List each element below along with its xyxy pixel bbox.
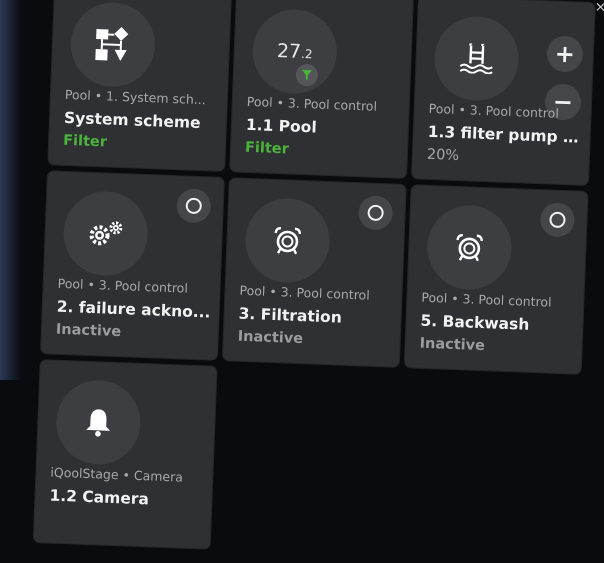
tile-backwash[interactable]: Pool • 3. Pool control 5. Backwash Inact… — [405, 185, 588, 374]
tile-name: 1.3 filter pump s... — [427, 123, 582, 147]
tile-name: 3. Filtration — [238, 305, 393, 329]
tile-failure-acknowledge[interactable]: Pool • 3. Pool control 2. failure ackno.… — [41, 171, 224, 360]
tile-camera[interactable]: iQoolStage • Camera 1.2 Camera — [34, 360, 217, 549]
toggle-button[interactable] — [540, 202, 575, 237]
tile-name: 1.1 Pool — [246, 116, 401, 140]
tile-status: Inactive — [56, 322, 122, 340]
temperature-value: 27.2 — [277, 40, 313, 63]
tile-subtitle: iQoolStage • Camera — [50, 465, 202, 486]
tile-status: Filter — [63, 133, 107, 151]
tile-name: System scheme — [64, 109, 219, 133]
tile-name: 1.2 Camera — [49, 487, 204, 511]
tile-status: 20% — [427, 147, 460, 164]
scheme-icon — [69, 1, 156, 88]
tile-subtitle: Pool • 1. System sch... — [65, 87, 217, 108]
filter-icon — [295, 64, 318, 87]
tile-status: Filter — [245, 140, 289, 158]
tile-status: Inactive — [419, 336, 485, 354]
increase-button[interactable]: + — [546, 35, 583, 72]
pool-ladder-icon — [433, 15, 520, 102]
tile-filtration[interactable]: Pool • 3. Pool control 3. Filtration Ina… — [223, 178, 406, 367]
tile-name: 5. Backwash — [420, 312, 575, 336]
dashboard-grid: × Pool • 1. System sch... System scheme … — [0, 0, 604, 563]
gears-icon — [62, 190, 149, 277]
bell-icon — [55, 379, 142, 466]
tile-subtitle: Pool • 3. Pool control — [57, 276, 209, 297]
tile-filter-pump[interactable]: + − Pool • 3. Pool control 1.3 filter pu… — [412, 0, 595, 185]
temperature-display: 27.2 — [251, 8, 338, 95]
alarm-clock-icon — [244, 197, 331, 284]
tile-system-scheme[interactable]: Pool • 1. System sch... System scheme Fi… — [48, 0, 231, 171]
tile-name: 2. failure ackno... — [56, 298, 211, 322]
alarm-clock-icon — [426, 204, 513, 291]
toggle-button[interactable] — [176, 188, 211, 223]
tile-subtitle: Pool • 3. Pool control — [239, 283, 391, 304]
close-icon[interactable]: × — [594, 0, 604, 16]
tile-pool-temperature[interactable]: 27.2 Pool • 3. Pool control 1.1 Pool Fil… — [230, 0, 413, 178]
tile-subtitle: Pool • 3. Pool control — [421, 290, 573, 311]
tile-subtitle: Pool • 3. Pool control — [247, 94, 399, 115]
toggle-button[interactable] — [358, 195, 393, 230]
tile-status: Inactive — [237, 329, 303, 347]
